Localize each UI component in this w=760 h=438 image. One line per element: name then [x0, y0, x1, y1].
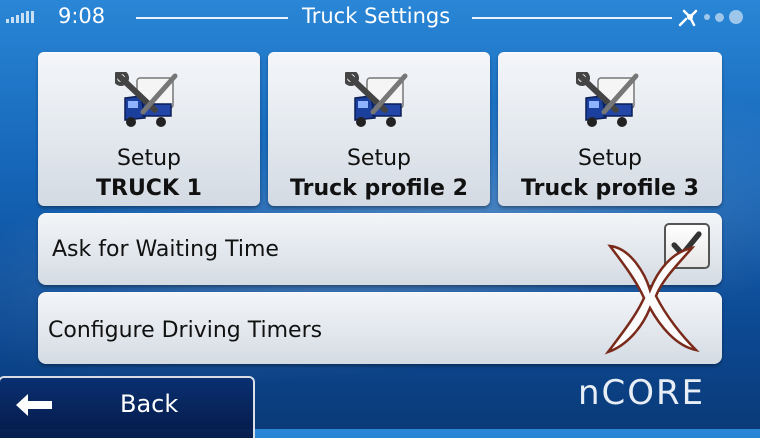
gps-satellite-icon: [678, 9, 698, 27]
back-label: Back: [120, 390, 179, 418]
title-rule-right: [472, 17, 672, 19]
setup-truck-profile-3-button[interactable]: Setup Truck profile 3: [498, 52, 722, 206]
signal-icon: [6, 11, 40, 23]
tile-line1: Setup: [577, 146, 643, 171]
clock: 9:08: [58, 4, 106, 28]
title-rule-left: [136, 17, 288, 19]
checkmark-icon: [671, 231, 702, 257]
ask-waiting-time-label: Ask for Waiting Time: [52, 237, 279, 262]
truck-wrench-icon: [576, 72, 639, 127]
brand-logo: nCORE: [578, 373, 706, 413]
page-title: Truck Settings: [302, 4, 451, 28]
tile-line2: Truck profile 2: [290, 176, 468, 201]
tile-line1: Setup: [116, 146, 182, 171]
ask-waiting-time-row[interactable]: Ask for Waiting Time: [38, 213, 722, 285]
tile-line2: TRUCK 1: [96, 176, 202, 201]
status-bar: 9:08 Truck Settings: [0, 0, 760, 36]
configure-driving-timers-row[interactable]: Configure Driving Timers: [38, 292, 722, 364]
arrow-left-icon: [16, 394, 52, 416]
setup-truck-1-button[interactable]: Setup TRUCK 1: [38, 52, 260, 206]
setup-truck-profile-2-button[interactable]: Setup Truck profile 2: [268, 52, 490, 206]
ask-waiting-time-checkbox[interactable]: [664, 223, 710, 269]
tile-line1: Setup: [346, 146, 412, 171]
status-dots-icon: [704, 10, 743, 24]
truck-wrench-icon: [345, 72, 408, 127]
truck-wrench-icon: [115, 72, 178, 127]
configure-driving-timers-label: Configure Driving Timers: [48, 318, 323, 343]
tile-line2: Truck profile 3: [521, 176, 699, 201]
